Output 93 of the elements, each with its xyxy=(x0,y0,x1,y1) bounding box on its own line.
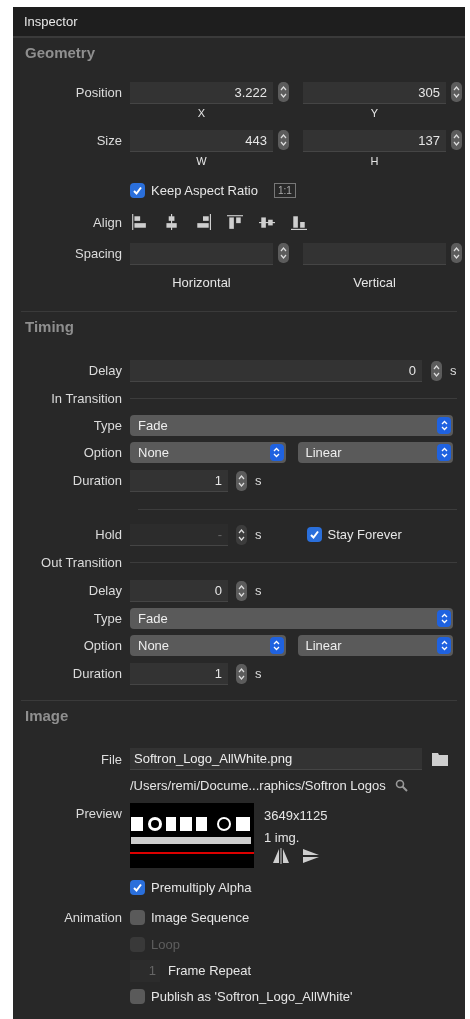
dropdown[interactable]: Fade xyxy=(130,415,453,436)
field-label: Size xyxy=(95,132,122,150)
section-heading: Image xyxy=(24,706,70,726)
unit-label: s xyxy=(255,583,262,598)
field-label: Spacing xyxy=(74,245,122,263)
checkmark-icon xyxy=(132,185,143,196)
field-label: File xyxy=(100,751,122,767)
dropdown-arrow-icon xyxy=(437,637,451,654)
panel-title: Inspector xyxy=(24,14,78,29)
checkmark-icon xyxy=(308,529,320,540)
stepper[interactable] xyxy=(278,82,289,102)
stepper[interactable] xyxy=(451,82,462,102)
group-label: Out Transition xyxy=(40,555,122,570)
image-count: 1 img. xyxy=(264,830,301,845)
field-label: Type xyxy=(92,418,122,433)
group-label: In Transition xyxy=(50,391,122,406)
field-caption: Horizontal xyxy=(172,275,231,290)
align-middle-icon[interactable] xyxy=(258,214,276,230)
dropdown[interactable]: None xyxy=(130,442,286,463)
checkbox[interactable] xyxy=(130,909,145,925)
checkbox-label: Premultiply Alpha xyxy=(151,880,252,895)
unit-label: s xyxy=(450,363,457,378)
field-caption: X xyxy=(197,107,206,119)
folder-icon[interactable] xyxy=(432,752,448,766)
number-field[interactable]: 0 xyxy=(130,359,422,382)
field-label: Type xyxy=(92,611,122,626)
number-field[interactable]: 443 xyxy=(130,130,273,152)
dropdown[interactable]: Linear xyxy=(297,635,453,656)
number-field[interactable]: 3.222 xyxy=(130,82,273,104)
field-label: Preview xyxy=(74,806,122,821)
align-left-icon[interactable] xyxy=(130,214,148,230)
unit-label: s xyxy=(255,666,262,681)
stepper[interactable] xyxy=(278,130,289,150)
checkbox-label: Publish as 'Softron_Logo_AllWhite' xyxy=(151,989,353,1004)
field-label: Duration xyxy=(71,473,122,488)
stepper[interactable] xyxy=(451,243,462,263)
checkbox-label: Stay Forever xyxy=(327,527,402,542)
stepper[interactable] xyxy=(451,130,462,150)
number-field[interactable]: 1 xyxy=(130,469,228,492)
checkbox[interactable] xyxy=(130,989,145,1004)
dropdown-arrow-icon xyxy=(437,417,451,434)
field-label: Option xyxy=(82,638,122,653)
unit-label: s xyxy=(255,527,262,542)
checkbox-label: Image Sequence xyxy=(151,909,250,925)
checkbox[interactable] xyxy=(130,880,145,895)
field-label: Position xyxy=(74,84,122,102)
field-label: Frame Repeat xyxy=(168,963,252,978)
search-icon[interactable] xyxy=(394,778,408,792)
checkbox-label: Keep Aspect Ratio xyxy=(151,183,258,198)
file-path: /Users/remi/Docume...raphics/Softron Logos xyxy=(130,777,386,793)
flip-vertical-icon[interactable] xyxy=(302,848,320,864)
stepper[interactable] xyxy=(431,360,442,381)
checkmark-icon xyxy=(132,882,143,893)
align-right-icon[interactable] xyxy=(194,214,212,230)
dropdown-arrow-icon xyxy=(269,637,284,654)
field-caption: Y xyxy=(370,107,379,119)
section-heading: Timing xyxy=(24,317,75,337)
dropdown-arrow-icon xyxy=(437,610,451,627)
flip-horizontal-icon[interactable] xyxy=(272,848,290,864)
dropdown-arrow-icon xyxy=(437,444,451,461)
number-field[interactable]: 1 xyxy=(130,662,228,685)
stepper[interactable] xyxy=(236,470,247,491)
field-label: Duration xyxy=(71,666,122,681)
field-caption: W xyxy=(196,155,207,167)
field-label: Animation xyxy=(63,909,122,925)
image-dimensions: 3649x1125 xyxy=(264,808,328,823)
file-field[interactable]: Softron_Logo_AllWhite.png xyxy=(130,748,422,770)
dropdown[interactable]: Fade xyxy=(130,608,453,629)
field-label: Option xyxy=(82,445,122,460)
field-caption: Vertical xyxy=(353,275,396,290)
align-top-icon[interactable] xyxy=(226,214,244,230)
number-field[interactable]: 0 xyxy=(130,579,228,602)
stepper[interactable] xyxy=(236,580,247,601)
section-heading: Geometry xyxy=(24,43,97,63)
stepper[interactable] xyxy=(278,243,289,263)
dropdown[interactable]: Linear xyxy=(297,442,453,463)
field-caption: H xyxy=(370,155,379,167)
field-label: Align xyxy=(92,214,122,230)
stepper[interactable] xyxy=(236,524,247,545)
checkbox[interactable] xyxy=(130,183,145,198)
ratio-badge[interactable]: 1:1 xyxy=(273,183,296,198)
number-field[interactable] xyxy=(130,243,273,265)
field-label: Delay xyxy=(87,583,122,598)
dropdown-arrow-icon xyxy=(269,444,284,461)
number-field[interactable]: 305 xyxy=(303,82,446,104)
stepper[interactable] xyxy=(236,663,247,684)
field-label: Delay xyxy=(87,363,122,378)
align-bottom-icon[interactable] xyxy=(290,214,308,230)
number-field[interactable]: 137 xyxy=(303,130,446,152)
field-label: Hold xyxy=(94,527,122,542)
dropdown[interactable]: None xyxy=(130,635,286,656)
unit-label: s xyxy=(255,473,262,488)
number-field[interactable] xyxy=(303,243,446,265)
